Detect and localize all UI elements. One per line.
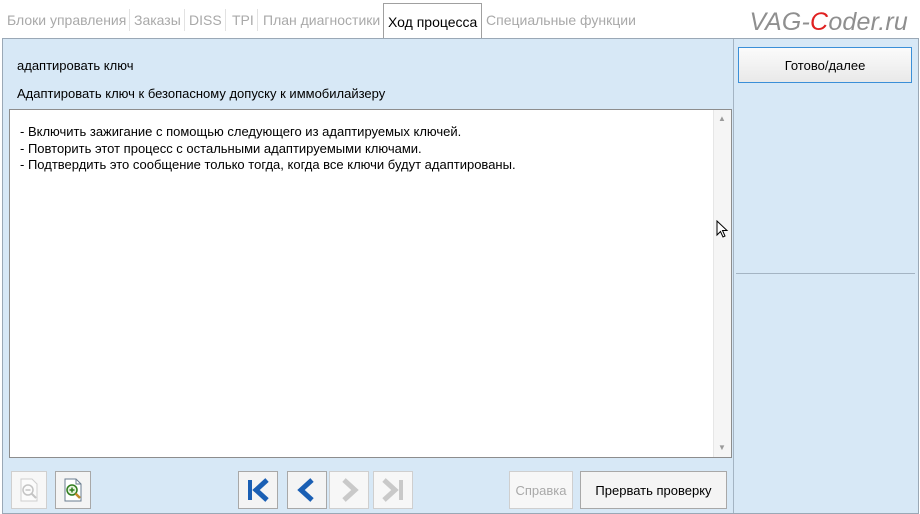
left-area: адаптировать ключ Адаптировать ключ к бе… — [7, 43, 732, 509]
done-next-button[interactable]: Готово/далее — [738, 47, 912, 83]
zoom-out-icon — [20, 478, 38, 502]
scroll-up-icon[interactable]: ▲ — [718, 114, 726, 124]
tab-process[interactable]: Ход процесса — [383, 3, 483, 39]
zoom-in-button[interactable] — [55, 471, 91, 509]
forward-icon — [342, 478, 359, 502]
step-header: адаптировать ключ Адаптировать ключ к бе… — [7, 43, 732, 106]
abort-test-button[interactable]: Прервать проверку — [580, 471, 727, 509]
instruction-line: - Подтвердить это сообщение только тогда… — [20, 157, 516, 172]
tab-bar: Блоки управления Заказы DISS TPI План ди… — [0, 0, 920, 40]
zoom-in-icon — [64, 478, 82, 502]
instructions-text: - Включить зажигание с помощью следующег… — [20, 124, 516, 174]
vertical-scrollbar[interactable]: ▲ ▼ — [713, 110, 731, 457]
tab-diss[interactable]: DISS — [186, 9, 226, 31]
scroll-down-icon[interactable]: ▼ — [718, 443, 726, 453]
right-panel-divider — [736, 273, 915, 274]
step-title: адаптировать ключ — [17, 58, 134, 73]
tab-orders[interactable]: Заказы — [131, 9, 185, 31]
tab-diagnostic-plan[interactable]: План диагностики — [260, 9, 385, 31]
mouse-cursor-icon — [716, 220, 729, 238]
tab-tpi[interactable]: TPI — [229, 9, 258, 31]
tab-control-units[interactable]: Блоки управления — [4, 9, 131, 31]
back-button[interactable] — [287, 471, 327, 509]
right-panel: Готово/далее — [736, 43, 915, 509]
watermark-logo: VAG-Coder.ru — [749, 8, 908, 36]
last-step-button[interactable] — [373, 471, 413, 509]
instruction-line: - Повторить этот процесс с остальными ад… — [20, 140, 422, 156]
help-button[interactable]: Справка — [509, 471, 573, 509]
forward-button[interactable] — [329, 471, 369, 509]
step-subtitle: Адаптировать ключ к безопасному допуску … — [17, 86, 386, 101]
first-step-button[interactable] — [238, 471, 278, 509]
instructions-box[interactable]: - Включить зажигание с помощью следующег… — [9, 109, 732, 458]
panel-separator — [733, 39, 734, 513]
first-icon — [248, 478, 269, 502]
zoom-out-button[interactable] — [11, 471, 47, 509]
tab-special-functions[interactable]: Специальные функции — [483, 9, 639, 31]
bottom-toolbar: Справка Прервать проверку — [7, 461, 732, 511]
last-icon — [382, 478, 403, 502]
back-icon — [297, 478, 314, 502]
instruction-line: - Включить зажигание с помощью следующег… — [20, 124, 462, 139]
process-panel: адаптировать ключ Адаптировать ключ к бе… — [2, 38, 919, 514]
